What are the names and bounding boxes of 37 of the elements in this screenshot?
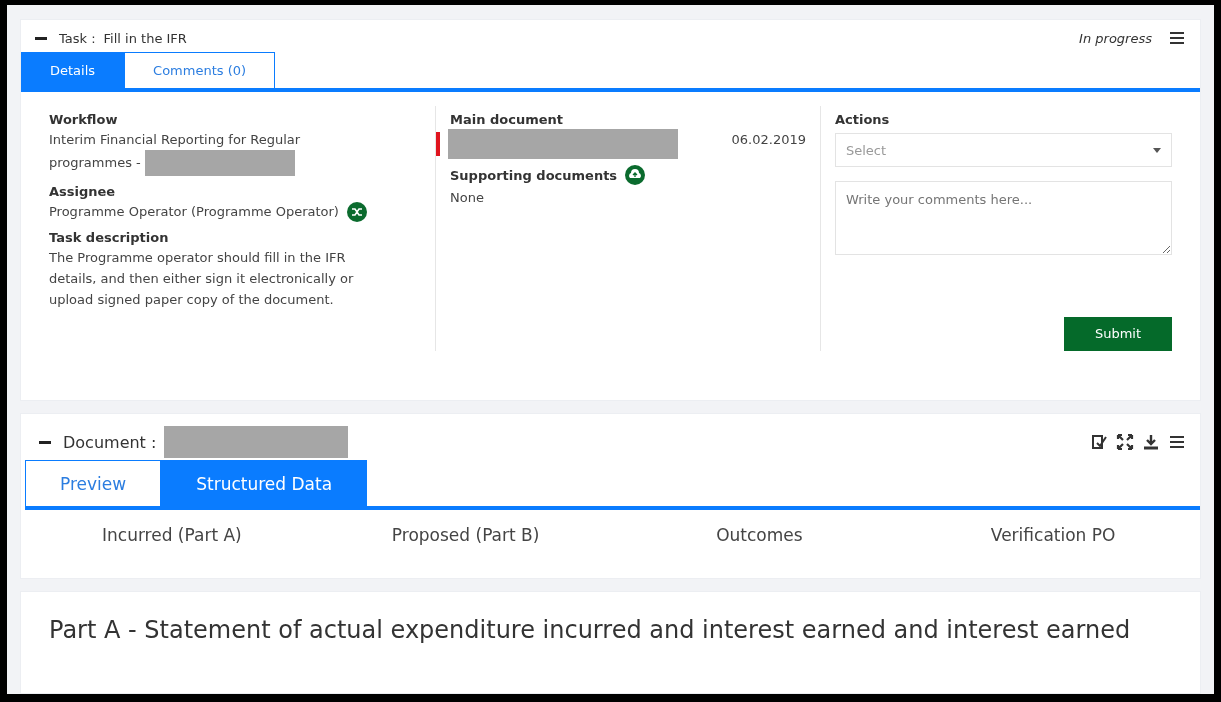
tab[interactable]: Comments (0) (124, 52, 276, 88)
section-tab[interactable]: Verification PO (906, 524, 1200, 546)
tab[interactable]: Details (21, 52, 125, 88)
task-title: Fill in the IFR (103, 30, 187, 46)
tab[interactable]: Preview (25, 460, 162, 506)
section-heading: Part A - Statement of actual expenditure incurred and interest earned and interest earned (49, 616, 1132, 644)
settings-icon[interactable] (1168, 29, 1186, 47)
field-label: Supporting documents (450, 167, 618, 183)
expand-icon[interactable] (1116, 433, 1134, 451)
field-label: Actions (835, 112, 891, 127)
task-label: Task : (59, 30, 96, 46)
submit-button[interactable]: Submit (1064, 316, 1172, 351)
collapse-icon[interactable] (35, 36, 47, 40)
collapse-icon[interactable] (39, 440, 51, 444)
shuffle-icon[interactable] (346, 201, 367, 222)
download-icon[interactable] (1142, 433, 1160, 451)
task-status: In progress (1079, 30, 1152, 46)
edit-icon[interactable] (1090, 433, 1108, 451)
section-tab[interactable]: Proposed (Part B) (318, 524, 613, 546)
field-label: Workflow (49, 112, 119, 127)
status-bar (436, 132, 440, 156)
upload-icon[interactable] (625, 165, 646, 185)
section-tab[interactable]: Incurred (Part A) (25, 524, 319, 546)
document-date: 06.02.2019 (731, 131, 806, 149)
field-label: Main document (450, 112, 564, 127)
field-label: Task description (49, 230, 170, 245)
task-description: The Programme operator should fill in the IFR details, and then either sign it electronically or upload signed paper copy of the document. (49, 249, 355, 309)
assignee-value: Programme Operator (Programme Operator) (49, 203, 339, 221)
section-tab[interactable]: Outcomes (612, 524, 907, 546)
supporting-documents-value: None (450, 189, 485, 207)
comment-field[interactable]: Write your comments here... (835, 181, 1172, 255)
settings-icon[interactable] (1168, 433, 1186, 451)
field-label: Assignee (49, 184, 117, 199)
caret-icon (1153, 147, 1161, 153)
workflow-value: Interim Financial Reporting for Regular programmes - (49, 129, 339, 176)
tab[interactable]: Structured Data (161, 460, 368, 506)
document-label: Document : (63, 432, 157, 452)
